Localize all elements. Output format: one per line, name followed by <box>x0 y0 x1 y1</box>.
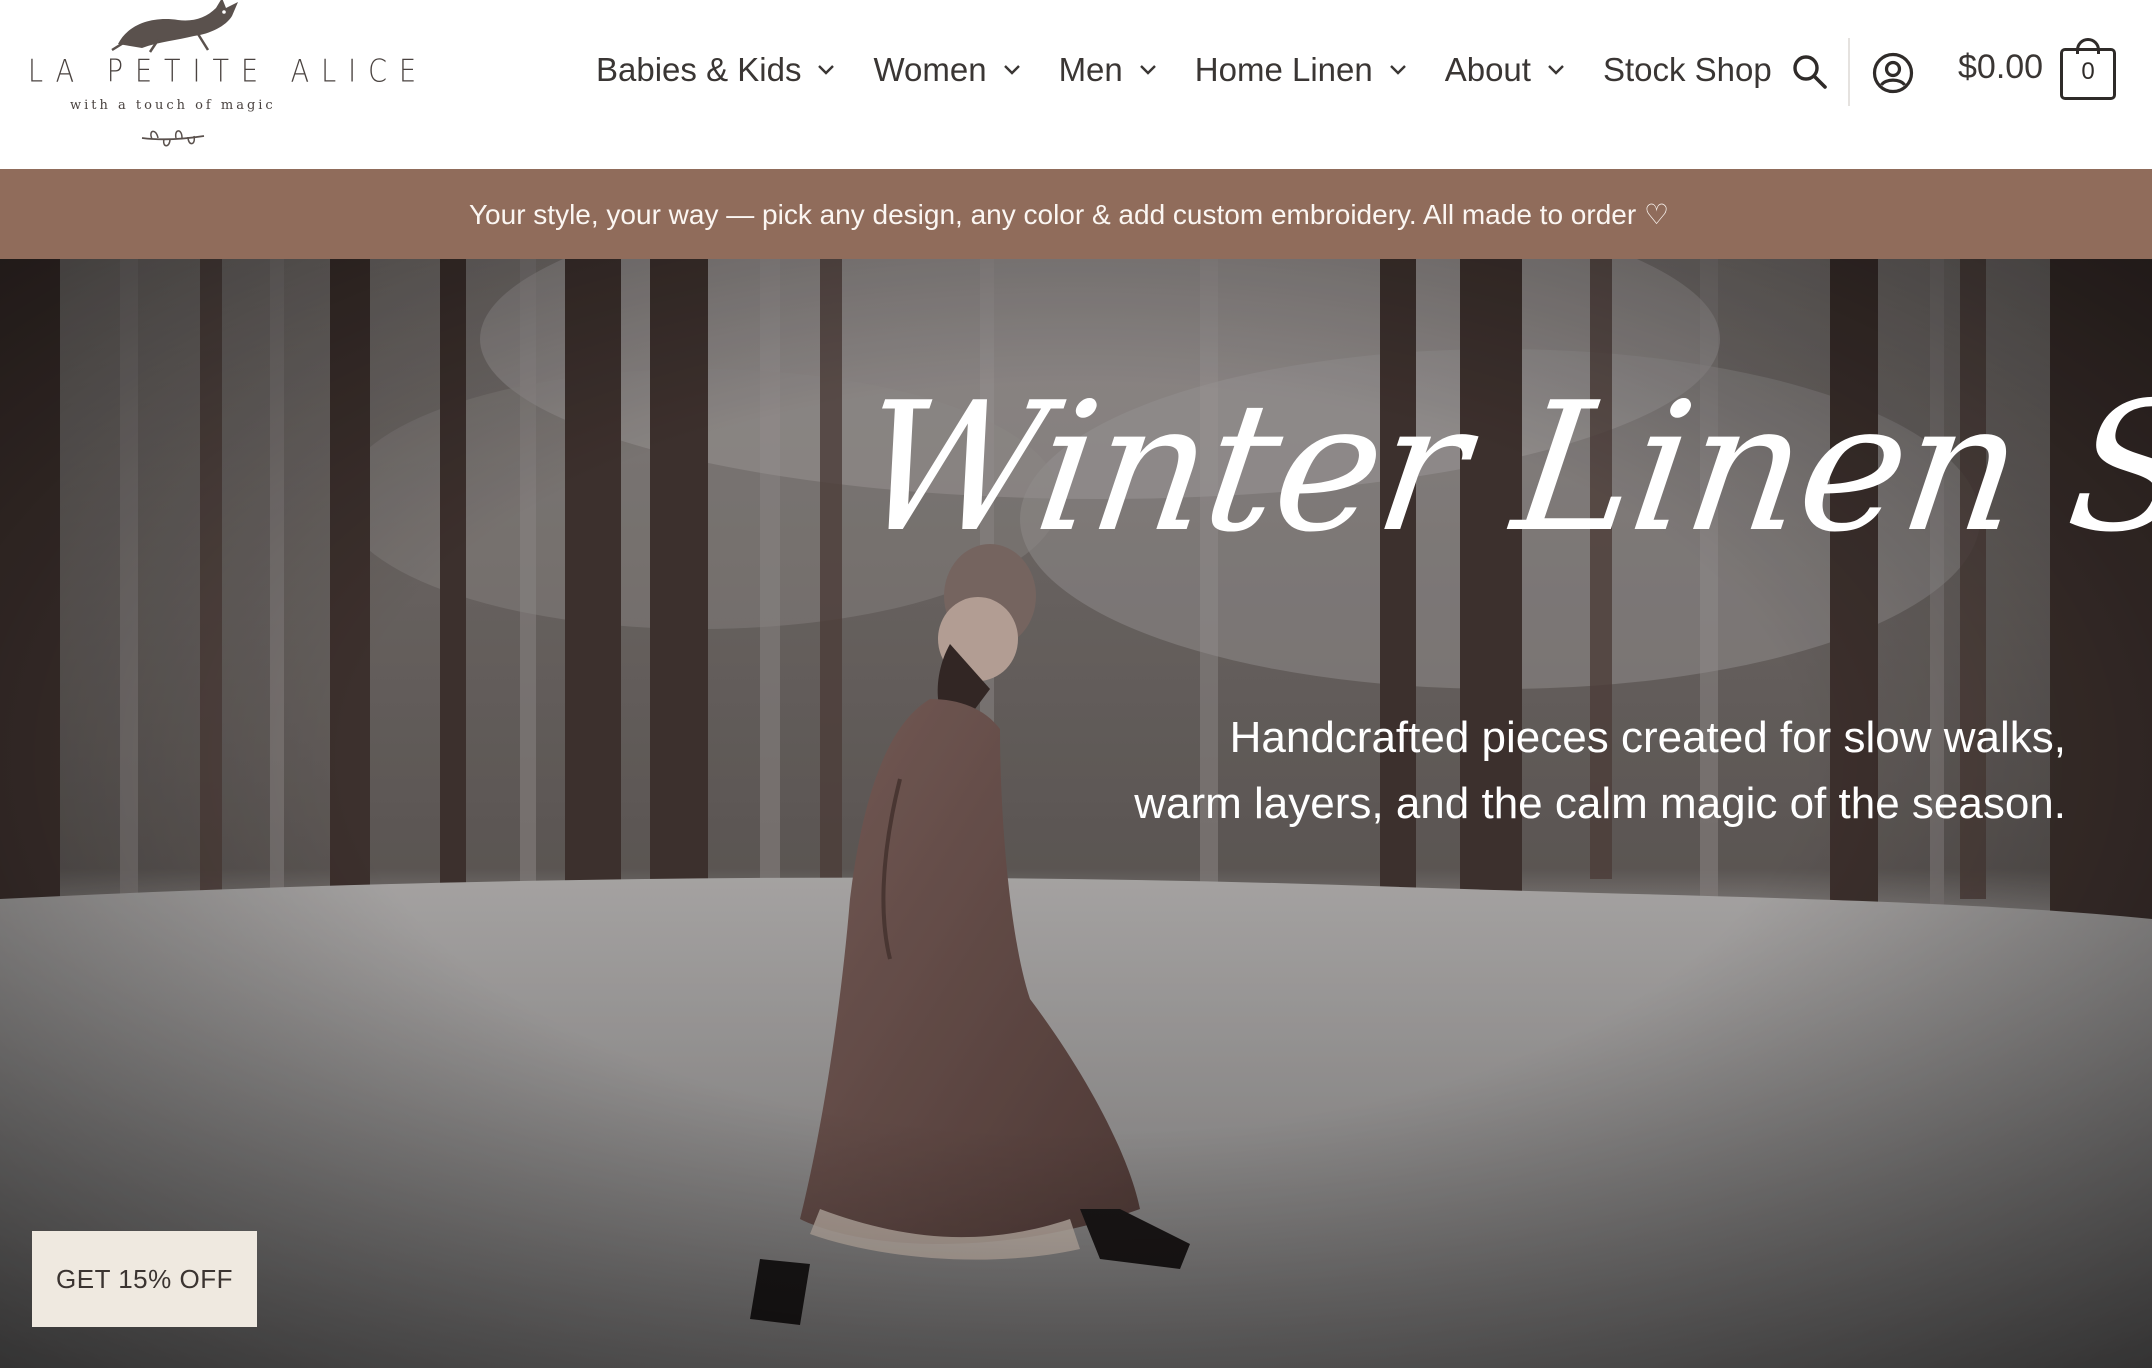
nav-item-label: Stock Shop <box>1602 51 1772 88</box>
get-discount-button[interactable]: GET 15% OFF <box>32 1231 257 1327</box>
nav-item-label: Men <box>1058 51 1123 88</box>
nav-item-label: Babies & Kids <box>596 51 802 88</box>
chevron-down-icon <box>1389 65 1406 75</box>
hero-banner[interactable]: Winter Linen Stories Handcrafted pieces … <box>0 259 2152 1368</box>
chevron-down-icon <box>1139 65 1156 75</box>
account-icon[interactable] <box>1872 52 1914 94</box>
shopping-bag-icon[interactable]: 0 <box>2060 38 2116 100</box>
chevron-down-icon <box>1003 65 1020 75</box>
hero-subtitle-line2: warm layers, and the calm magic of the s… <box>1134 779 2066 828</box>
announcement-text: Your style, your way — pick any design, … <box>468 198 1670 230</box>
chevron-down-icon <box>1548 65 1564 75</box>
nav-item-men[interactable]: Men <box>1059 51 1157 89</box>
chevron-down-icon <box>818 65 835 75</box>
hero-subtitle-line1: Handcrafted pieces created for slow walk… <box>1229 713 2066 762</box>
nav-item-home-linen[interactable]: Home Linen <box>1195 51 1407 89</box>
header-divider <box>1848 38 1850 106</box>
main-nav: Babies & Kids Women Men Home Linen About… <box>596 40 1802 100</box>
nav-item-label: Women <box>873 51 987 88</box>
brand-name: LA PETITE ALICE <box>28 53 429 90</box>
hero-subtitle: Handcrafted pieces created for slow walk… <box>966 705 2066 837</box>
nav-item-stock-shop[interactable]: Stock Shop <box>1603 51 1772 89</box>
nav-item-label: About <box>1444 51 1531 88</box>
cart-count: 0 <box>2081 58 2095 85</box>
nav-item-label: Home Linen <box>1194 51 1373 88</box>
search-icon[interactable] <box>1792 54 1828 90</box>
sprig-icon <box>141 130 205 147</box>
nav-item-about[interactable]: About <box>1445 51 1565 89</box>
announcement-bar: Your style, your way — pick any design, … <box>0 169 2152 259</box>
cart-total[interactable]: $0.00 <box>1958 48 2043 87</box>
nav-item-women[interactable]: Women <box>873 51 1020 89</box>
site-logo[interactable]: LA PETITE ALICE with a touch of magic <box>18 0 429 160</box>
hero-title: Winter Linen Stories <box>847 364 2152 571</box>
brand-tagline: with a touch of magic <box>70 98 276 113</box>
site-header: LA PETITE ALICE with a touch of magic Ba… <box>0 0 2152 169</box>
hare-icon <box>111 0 238 53</box>
nav-item-babies-kids[interactable]: Babies & Kids <box>596 51 835 89</box>
